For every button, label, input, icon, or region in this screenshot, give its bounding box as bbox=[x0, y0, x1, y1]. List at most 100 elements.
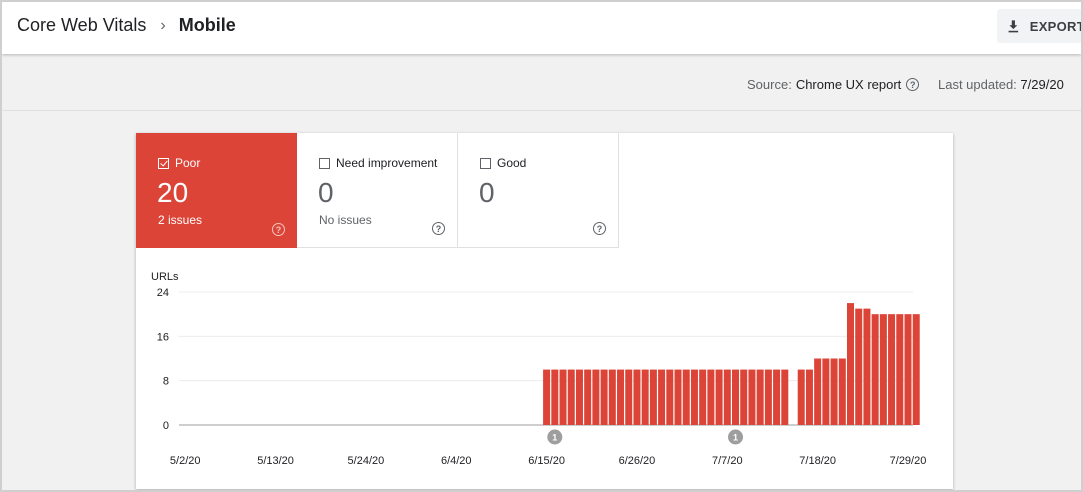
bar bbox=[756, 369, 764, 425]
tile-ni-issues: No issues bbox=[319, 213, 372, 227]
y-axis-label: URLs bbox=[151, 271, 179, 283]
bar bbox=[888, 314, 896, 425]
bar bbox=[617, 369, 625, 425]
bar bbox=[822, 358, 830, 425]
tile-need-improvement[interactable]: Need improvement 0 No issues ? bbox=[297, 133, 458, 248]
tile-ni-header: Need improvement bbox=[319, 156, 437, 170]
bar bbox=[715, 369, 723, 425]
bar bbox=[592, 369, 600, 425]
bar bbox=[797, 369, 805, 425]
bar bbox=[855, 308, 863, 425]
tile-poor-issues: 2 issues bbox=[158, 213, 203, 227]
source-info: Source: Chrome UX report ? bbox=[747, 77, 920, 92]
x-tick-label: 7/18/20 bbox=[799, 455, 836, 467]
tile-ni-count: 0 bbox=[318, 177, 334, 208]
bar bbox=[732, 369, 740, 425]
bar bbox=[625, 369, 633, 425]
x-tick-label: 5/2/20 bbox=[170, 455, 201, 467]
download-icon bbox=[1008, 20, 1019, 33]
bar bbox=[682, 369, 690, 425]
bar bbox=[904, 314, 912, 425]
tile-poor[interactable]: Poor 20 2 issues ? bbox=[136, 133, 297, 248]
checkbox-checked-icon[interactable] bbox=[158, 157, 169, 169]
y-tick-label: 24 bbox=[157, 287, 169, 299]
bar bbox=[863, 308, 871, 425]
summary-card: Poor 20 2 issues ? Need improvement 0 No… bbox=[136, 133, 953, 489]
x-tick-label: 6/4/20 bbox=[441, 455, 472, 467]
bar bbox=[871, 314, 879, 425]
export-button[interactable]: EXPORT bbox=[997, 9, 1083, 43]
tile-good[interactable]: Good 0 ? bbox=[458, 133, 619, 248]
bar bbox=[773, 369, 781, 425]
x-tick-label: 5/13/20 bbox=[257, 455, 294, 467]
bar bbox=[740, 369, 748, 425]
last-updated-value: 7/29/20 bbox=[1020, 77, 1064, 92]
help-icon[interactable]: ? bbox=[906, 78, 920, 91]
export-button-label: EXPORT bbox=[1029, 18, 1083, 34]
breadcrumb: Core Web Vitals › Mobile bbox=[17, 15, 236, 36]
breadcrumb-root-link[interactable]: Core Web Vitals bbox=[17, 15, 146, 36]
tile-ni-label: Need improvement bbox=[336, 156, 438, 170]
bar bbox=[584, 369, 592, 425]
y-tick-label: 0 bbox=[163, 420, 169, 432]
report-info-bar: Source: Chrome UX report ? Last updated:… bbox=[2, 54, 1081, 111]
source-label: Source: bbox=[747, 77, 792, 92]
bar bbox=[912, 314, 920, 425]
bar bbox=[699, 369, 707, 425]
bar bbox=[805, 369, 813, 425]
bar bbox=[567, 369, 575, 425]
bar bbox=[846, 303, 855, 425]
x-tick-label: 7/7/20 bbox=[712, 455, 743, 467]
tile-poor-count: 20 bbox=[157, 177, 189, 208]
bar bbox=[551, 369, 559, 425]
bar bbox=[666, 369, 674, 425]
bar bbox=[838, 358, 846, 425]
annotation-label: 1 bbox=[733, 433, 738, 443]
app-frame: Core Web Vitals › Mobile EXPORT Source: … bbox=[0, 0, 1083, 492]
bar bbox=[543, 369, 551, 425]
x-tick-label: 6/26/20 bbox=[619, 455, 656, 467]
bar bbox=[600, 369, 608, 425]
last-updated: Last updated: 7/29/20 bbox=[938, 77, 1064, 92]
bar bbox=[748, 369, 756, 425]
tile-poor-label: Poor bbox=[175, 156, 201, 170]
bar bbox=[723, 369, 731, 425]
annotation-label: 1 bbox=[552, 433, 557, 443]
bar bbox=[559, 369, 567, 425]
x-tick-label: 6/15/20 bbox=[528, 455, 565, 467]
bar bbox=[896, 314, 904, 425]
bar bbox=[764, 369, 772, 425]
bar bbox=[575, 369, 583, 425]
x-tick-label: 7/29/20 bbox=[890, 455, 927, 467]
bar bbox=[633, 369, 641, 425]
bar bbox=[674, 369, 682, 425]
chevron-right-icon: › bbox=[160, 16, 166, 34]
tile-poor-header: Poor bbox=[158, 156, 200, 170]
y-tick-label: 8 bbox=[163, 376, 169, 388]
y-tick-label: 16 bbox=[157, 331, 169, 343]
tile-good-header: Good bbox=[480, 156, 526, 170]
help-icon[interactable]: ? bbox=[272, 223, 285, 236]
checkbox-unchecked-icon[interactable] bbox=[319, 157, 330, 169]
last-updated-label: Last updated: bbox=[938, 77, 1017, 92]
bar bbox=[814, 358, 822, 425]
urls-bar-chart: URLs 0 8 16 24 1 1 5/2/20 5/13/20 5/24/20 6/4/20 6/… bbox=[151, 271, 927, 467]
tile-good-count: 0 bbox=[479, 177, 495, 208]
page-title: Mobile bbox=[178, 15, 236, 35]
top-bar: Core Web Vitals › Mobile EXPORT bbox=[2, 2, 1081, 54]
x-tick-label: 5/24/20 bbox=[348, 455, 385, 467]
bar bbox=[879, 314, 887, 425]
bar bbox=[830, 358, 838, 425]
bar bbox=[649, 369, 657, 425]
tile-good-label: Good bbox=[497, 156, 527, 170]
checkbox-unchecked-icon[interactable] bbox=[480, 157, 491, 169]
bar bbox=[641, 369, 649, 425]
bar bbox=[781, 369, 789, 425]
help-icon[interactable]: ? bbox=[593, 222, 606, 235]
bar bbox=[707, 369, 715, 425]
source-value: Chrome UX report bbox=[795, 77, 902, 92]
help-icon[interactable]: ? bbox=[432, 222, 445, 235]
bar bbox=[658, 369, 666, 425]
bar bbox=[690, 369, 698, 425]
bar bbox=[608, 369, 616, 425]
